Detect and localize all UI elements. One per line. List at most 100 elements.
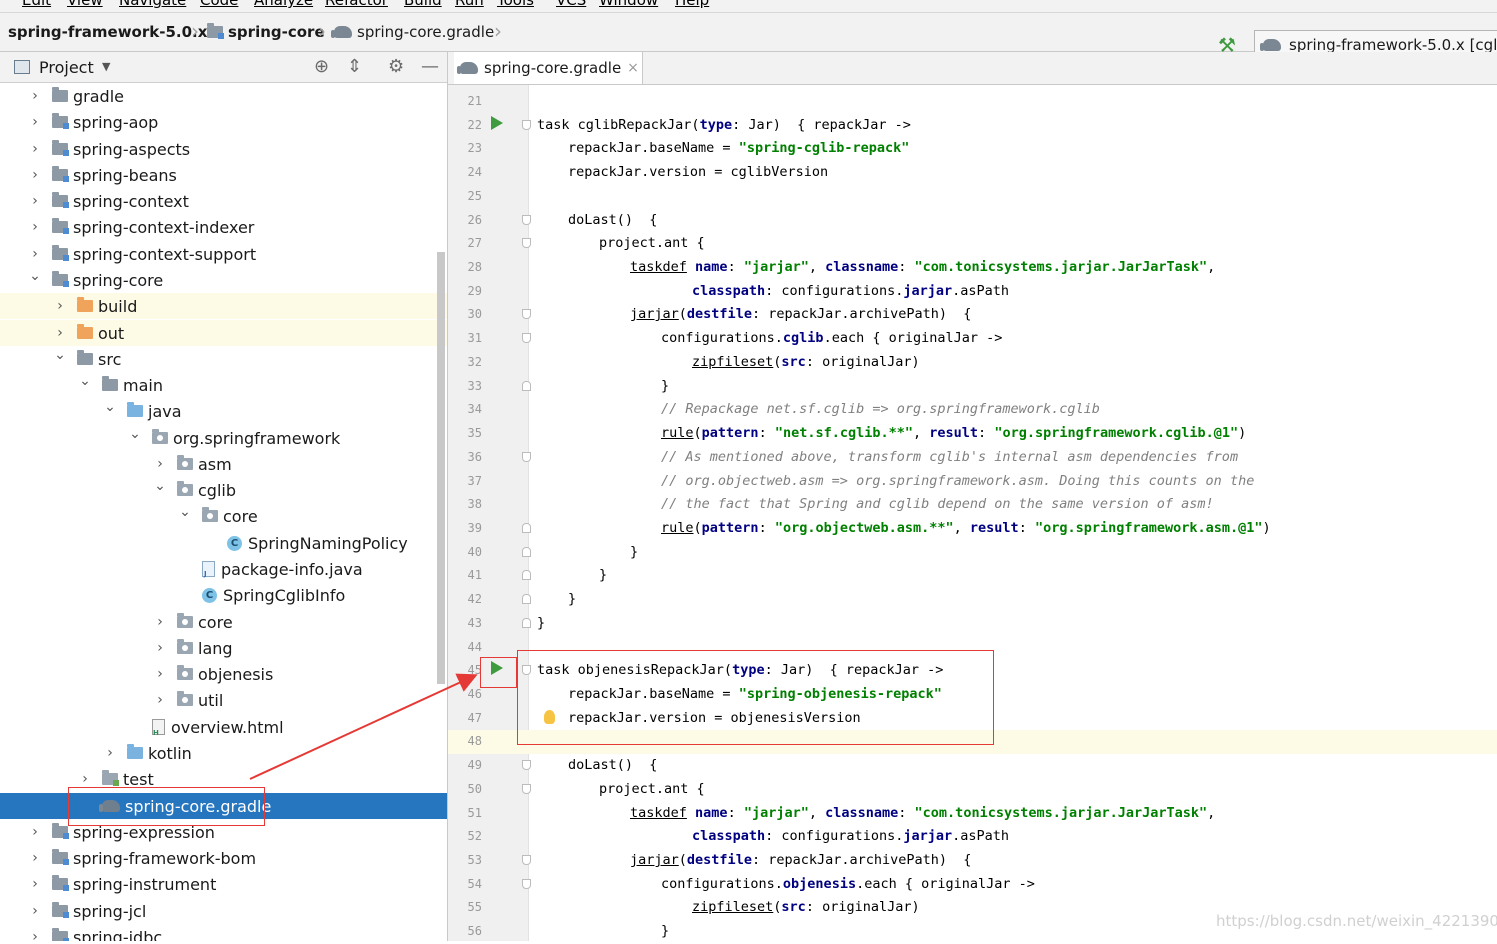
code-line[interactable]: 38 // the fact that Spring and cglib depe… — [448, 493, 1497, 517]
menu-item-vcs[interactable]: VCS — [556, 0, 586, 9]
tree-item-gradle[interactable]: › gradle — [0, 83, 447, 109]
fold-marker-icon[interactable] — [522, 381, 531, 391]
code-line[interactable]: 50 project.ant { — [448, 778, 1497, 802]
breadcrumb-project[interactable]: spring-framework-5.0.x — [8, 20, 207, 44]
chevron-right-icon[interactable]: › — [153, 640, 167, 656]
locate-target-icon[interactable]: ⊕ — [314, 56, 329, 77]
tree-scrollbar[interactable] — [437, 252, 445, 684]
fold-marker-icon[interactable] — [522, 760, 531, 770]
chevron-right-icon[interactable]: › — [28, 850, 42, 866]
chevron-right-icon[interactable]: › — [153, 456, 167, 472]
code-line[interactable]: 27 project.ant { — [448, 232, 1497, 256]
tree-item-spring-context-indexer[interactable]: › spring-context-indexer — [0, 214, 447, 240]
code-line[interactable]: 53 jarjar(destfile: repackJar.archivePath… — [448, 849, 1497, 873]
tree-item-spring-jdbc[interactable]: › spring-jdbc — [0, 924, 447, 941]
fold-marker-icon[interactable] — [522, 547, 531, 557]
breadcrumb-module[interactable]: spring-core — [207, 20, 325, 44]
chevron-right-icon[interactable]: › — [28, 88, 42, 104]
menu-item-edit[interactable]: Edit — [22, 0, 51, 9]
menu-item-help[interactable]: Help — [675, 0, 709, 9]
tree-item-build[interactable]: › build — [0, 293, 447, 319]
tree-item-spring-context[interactable]: › spring-context — [0, 188, 447, 214]
code-line[interactable]: 37 // org.objectweb.asm => org.springfram… — [448, 470, 1497, 494]
code-line[interactable]: 34 // Repackage net.sf.cglib => org.sprin… — [448, 398, 1497, 422]
tree-item-main[interactable]: ⌄ main — [0, 372, 447, 398]
code-area[interactable]: 21 22 task cglibRepackJar(type: Jar) { rep… — [448, 85, 1497, 941]
menu-item-tools[interactable]: Tools — [497, 0, 534, 9]
chevron-right-icon[interactable]: › — [28, 876, 42, 892]
chevron-right-icon[interactable]: › — [28, 929, 42, 941]
fold-marker-icon[interactable] — [522, 120, 531, 130]
chevron-right-icon[interactable]: › — [53, 298, 67, 314]
tree-item-java[interactable]: ⌄ java — [0, 398, 447, 424]
fold-marker-icon[interactable] — [522, 238, 531, 248]
menu-item-navigate[interactable]: Navigate — [119, 0, 186, 9]
code-line[interactable]: 21 — [448, 90, 1497, 114]
tree-item-spring-instrument[interactable]: › spring-instrument — [0, 871, 447, 897]
tree-item-objenesis[interactable]: › objenesis — [0, 661, 447, 687]
chevron-down-icon[interactable]: ⌄ — [78, 373, 92, 389]
tree-item-spring-jcl[interactable]: › spring-jcl — [0, 898, 447, 924]
code-line[interactable]: 33} — [448, 375, 1497, 399]
gear-icon[interactable]: ⚙ — [388, 56, 404, 77]
close-icon[interactable]: × — [627, 60, 639, 76]
tree-item-spring-framework-bom[interactable]: › spring-framework-bom — [0, 845, 447, 871]
breadcrumb-file[interactable]: spring-core.gradle — [331, 20, 494, 44]
menu-item-refactor[interactable]: Refactor — [325, 0, 388, 9]
code-line[interactable]: 40} — [448, 541, 1497, 565]
fold-marker-icon[interactable] — [522, 594, 531, 604]
tree-item-lang[interactable]: › lang — [0, 635, 447, 661]
tree-item-core[interactable]: ⌄ core — [0, 503, 447, 529]
fold-marker-icon[interactable] — [522, 452, 531, 462]
code-line[interactable]: 52 classpath: configurations.jarjar.asPat… — [448, 825, 1497, 849]
tree-item-springnamingpolicy[interactable]: ›CSpringNamingPolicy — [0, 530, 447, 556]
code-line[interactable]: 41} — [448, 564, 1497, 588]
tree-item-overview-html[interactable]: ›overview.html — [0, 714, 447, 740]
chevron-down-icon[interactable]: ⌄ — [153, 478, 167, 494]
code-line[interactable]: 54 configurations.objenesis.each { origin… — [448, 873, 1497, 897]
tree-item-kotlin[interactable]: › kotlin — [0, 740, 447, 766]
code-line[interactable]: 22 task cglibRepackJar(type: Jar) { repac… — [448, 114, 1497, 138]
chevron-down-icon[interactable]: ▼ — [102, 60, 110, 73]
chevron-right-icon[interactable]: › — [28, 824, 42, 840]
collapse-all-icon[interactable]: ⇕ — [347, 56, 362, 77]
chevron-right-icon[interactable]: › — [28, 114, 42, 130]
code-line[interactable]: 36 // As mentioned above, transform cglib… — [448, 446, 1497, 470]
menu-item-window[interactable]: Window — [599, 0, 658, 9]
tree-item-spring-aop[interactable]: › spring-aop — [0, 109, 447, 135]
fold-marker-icon[interactable] — [522, 309, 531, 319]
tree-item-cglib[interactable]: ⌄ cglib — [0, 477, 447, 503]
code-line[interactable]: 29 classpath: configurations.jarjar.asPat… — [448, 280, 1497, 304]
fold-marker-icon[interactable] — [522, 879, 531, 889]
chevron-right-icon[interactable]: › — [153, 692, 167, 708]
fold-marker-icon[interactable] — [522, 784, 531, 794]
fold-marker-icon[interactable] — [522, 215, 531, 225]
chevron-right-icon[interactable]: › — [28, 193, 42, 209]
code-line[interactable]: 42} — [448, 588, 1497, 612]
tree-item-springcglibinfo[interactable]: ›CSpringCglibInfo — [0, 582, 447, 608]
chevron-right-icon[interactable]: › — [53, 325, 67, 341]
chevron-down-icon[interactable]: ⌄ — [28, 268, 42, 284]
chevron-right-icon[interactable]: › — [28, 167, 42, 183]
chevron-down-icon[interactable]: ⌄ — [103, 399, 117, 415]
code-line[interactable]: 51 taskdef name: "jarjar", classname: "co… — [448, 802, 1497, 826]
code-line[interactable]: 31 configurations.cglib.each { originalJa… — [448, 327, 1497, 351]
hide-panel-icon[interactable]: — — [421, 56, 439, 77]
tree-item-spring-beans[interactable]: › spring-beans — [0, 162, 447, 188]
code-line[interactable]: 26 doLast() { — [448, 209, 1497, 233]
chevron-right-icon[interactable]: › — [78, 771, 92, 787]
tree-item-spring-core[interactable]: ⌄ spring-core — [0, 267, 447, 293]
tree-item-org-springframework[interactable]: ⌄ org.springframework — [0, 425, 447, 451]
project-panel-title[interactable]: Project — [39, 58, 94, 77]
chevron-down-icon[interactable]: ⌄ — [178, 504, 192, 520]
fold-marker-icon[interactable] — [522, 855, 531, 865]
chevron-right-icon[interactable]: › — [153, 614, 167, 630]
tree-item-util[interactable]: › util — [0, 687, 447, 713]
tree-item-spring-aspects[interactable]: › spring-aspects — [0, 136, 447, 162]
menu-item-run[interactable]: Run — [455, 0, 484, 9]
tree-item-spring-context-support[interactable]: › spring-context-support — [0, 241, 447, 267]
code-line[interactable]: 35 rule(pattern: "net.sf.cglib.**", resul… — [448, 422, 1497, 446]
tree-item-src[interactable]: ⌄ src — [0, 346, 447, 372]
run-task-icon[interactable] — [491, 116, 503, 130]
chevron-right-icon[interactable]: › — [28, 219, 42, 235]
